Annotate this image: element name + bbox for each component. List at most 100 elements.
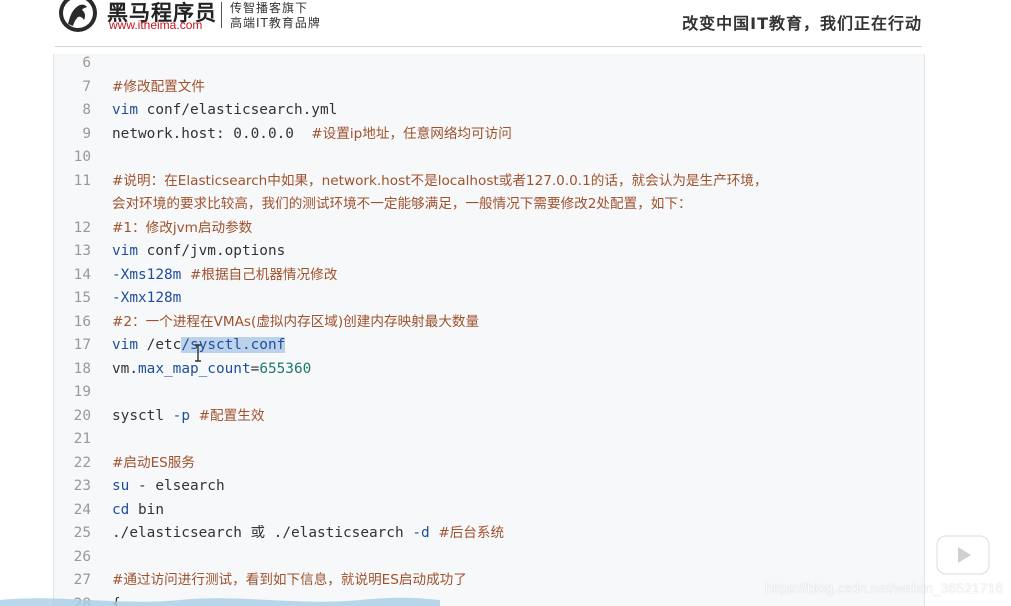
code-token: vim xyxy=(112,102,138,118)
code-text: #说明：在Elasticsearch中如果，network.host不是loca… xyxy=(112,170,768,194)
code-token: 655360 xyxy=(259,360,312,377)
code-comment: #说明：在Elasticsearch中如果，network.host不是loca… xyxy=(112,172,768,189)
line-number: 25 xyxy=(73,525,91,541)
code-token: bin xyxy=(129,501,164,518)
code-line: 10 xyxy=(54,146,924,170)
code-text: #启动ES服务 xyxy=(112,452,195,476)
code-line: 20 sysctl -p #配置生效 xyxy=(54,405,924,429)
code-token: -Xmx128m xyxy=(112,290,182,306)
line-number: 16 xyxy=(73,313,91,330)
code-comment: #1：修改jvm启动参数 xyxy=(112,219,253,236)
line-number: 14 xyxy=(73,266,91,283)
text-cursor-icon xyxy=(195,344,201,362)
code-line: 26 xyxy=(54,546,924,570)
header-divider xyxy=(55,46,922,47)
line-number: 12 xyxy=(73,219,91,236)
tagline-bottom: 高端IT教育品牌 xyxy=(230,16,321,30)
code-text: #修改配置文件 xyxy=(112,76,205,100)
code-text: -Xms128m #根据自己机器情况修改 xyxy=(112,264,337,288)
code-block[interactable]: 6 7 #修改配置文件 8 vim conf/elasticsearch.yml 9 net… xyxy=(53,54,925,606)
code-text: sysctl -p #配置生效 xyxy=(112,405,264,429)
line-number: 26 xyxy=(73,548,91,565)
code-line: 9 network.host: 0.0.0.0 #设置ip地址，任意网络均可访问 xyxy=(54,123,924,147)
code-token: -Xms128m xyxy=(112,266,182,283)
brand-url: www.itheima.com xyxy=(109,18,203,32)
code-token: -p xyxy=(172,407,190,424)
code-comment: #启动ES服务 xyxy=(112,454,195,471)
code-text: 会对环境的要求比较高，我们的测试环境不一定能够满足，一般情况下需要修改2处配置，… xyxy=(112,193,692,217)
header: 黑马程序员 www.itheima.com 传智播客旗下 高端IT教育品牌 改变… xyxy=(0,0,1011,48)
code-text: vim conf/elasticsearch.yml xyxy=(112,99,337,123)
code-token: conf/elasticsearch.yml xyxy=(138,102,338,118)
code-token: conf/jvm.options xyxy=(138,243,286,259)
line-number: 15 xyxy=(73,290,91,306)
line-number: 11 xyxy=(73,172,91,189)
code-comment: #2：一个进程在VMAs(虚拟内存区域)创建内存映射最大数量 xyxy=(112,313,480,330)
line-number: 7 xyxy=(82,78,91,95)
page: 黑马程序员 www.itheima.com 传智播客旗下 高端IT教育品牌 改变… xyxy=(0,0,1011,606)
code-token: sysctl xyxy=(112,407,173,424)
line-number: 6 xyxy=(82,55,91,71)
code-line: 6 xyxy=(54,54,924,76)
code-line: 19 xyxy=(54,381,924,405)
code-line: 7 #修改配置文件 xyxy=(54,76,924,100)
line-number: 24 xyxy=(73,501,91,518)
code-text: #2：一个进程在VMAs(虚拟内存区域)创建内存映射最大数量 xyxy=(112,311,479,335)
code-token: - elsearch xyxy=(129,478,225,494)
code-line: 21 xyxy=(54,428,924,452)
code-token: vm. xyxy=(112,360,138,377)
wave-decoration xyxy=(0,597,440,606)
code-token: network.host: 0.0.0.0 xyxy=(112,125,312,142)
code-text: vim conf/jvm.options xyxy=(112,240,285,264)
code-comment: #配置生效 xyxy=(198,407,265,424)
line-number: 23 xyxy=(73,478,91,494)
code-line: 18 vm.max_map_count=655360 xyxy=(54,358,924,382)
code-comment: #设置ip地址，任意网络均可访问 xyxy=(311,125,512,142)
code-comment: 会对环境的要求比较高，我们的测试环境不一定能够满足，一般情况下需要修改2处配置，… xyxy=(112,196,692,212)
code-text: su - elsearch xyxy=(112,475,225,499)
horse-logo-icon xyxy=(59,0,97,32)
code-text: vm.max_map_count=655360 xyxy=(112,358,311,382)
code-text: -Xmx128m xyxy=(112,287,181,311)
code-line: 14 -Xms128m #根据自己机器情况修改 xyxy=(54,264,924,288)
code-text: network.host: 0.0.0.0 #设置ip地址，任意网络均可访问 xyxy=(112,123,512,147)
line-number: 27 xyxy=(73,572,91,588)
watermark: https://blog.csdn.net/weixin_36521716 xyxy=(764,580,1003,596)
line-number: 9 xyxy=(82,125,91,142)
code-text: #1：修改jvm启动参数 xyxy=(112,217,252,241)
code-line: 22 #启动ES服务 xyxy=(54,452,924,476)
code-token: max_map_count xyxy=(138,360,251,377)
code-token: cd xyxy=(112,501,130,518)
line-number: 19 xyxy=(73,384,91,400)
code-token: su xyxy=(112,478,130,494)
code-line: 25 ./elasticsearch 或 ./elasticsearch -d #… xyxy=(54,522,924,546)
code-token: vim xyxy=(112,243,138,259)
code-text: ./elasticsearch 或 ./elasticsearch -d #后台… xyxy=(112,522,504,546)
code-line: 17 vim /etc/sysctl.conf xyxy=(54,334,924,358)
code-token: /etc xyxy=(138,337,182,353)
code-comment: #后台系统 xyxy=(438,525,505,541)
bilibili-tv-icon[interactable] xyxy=(934,524,992,576)
line-number: 20 xyxy=(73,407,91,424)
code-comment: #通过访问进行测试，看到如下信息，就说明ES启动成功了 xyxy=(112,572,467,588)
code-line: 会对环境的要求比较高，我们的测试环境不一定能够满足，一般情况下需要修改2处配置，… xyxy=(54,193,924,217)
line-number: 22 xyxy=(73,454,91,471)
code-line: 12 #1：修改jvm启动参数 xyxy=(54,217,924,241)
code-line: 13 vim conf/jvm.options xyxy=(54,240,924,264)
brand-divider xyxy=(221,2,222,28)
line-number: 17 xyxy=(73,337,91,353)
line-number: 8 xyxy=(82,102,91,118)
code-comment: #根据自己机器情况修改 xyxy=(189,266,338,283)
code-text: #通过访问进行测试，看到如下信息，就说明ES启动成功了 xyxy=(112,569,467,593)
code-token: -d xyxy=(412,525,430,541)
line-number: 13 xyxy=(73,243,91,259)
code-line: 16 #2：一个进程在VMAs(虚拟内存区域)创建内存映射最大数量 xyxy=(54,311,924,335)
code-line: 8 vim conf/elasticsearch.yml xyxy=(54,99,924,123)
code-line: 23 su - elsearch xyxy=(54,475,924,499)
code-token: = xyxy=(250,360,260,377)
code-token: vim xyxy=(112,337,138,353)
code-line: 24 cd bin xyxy=(54,499,924,523)
